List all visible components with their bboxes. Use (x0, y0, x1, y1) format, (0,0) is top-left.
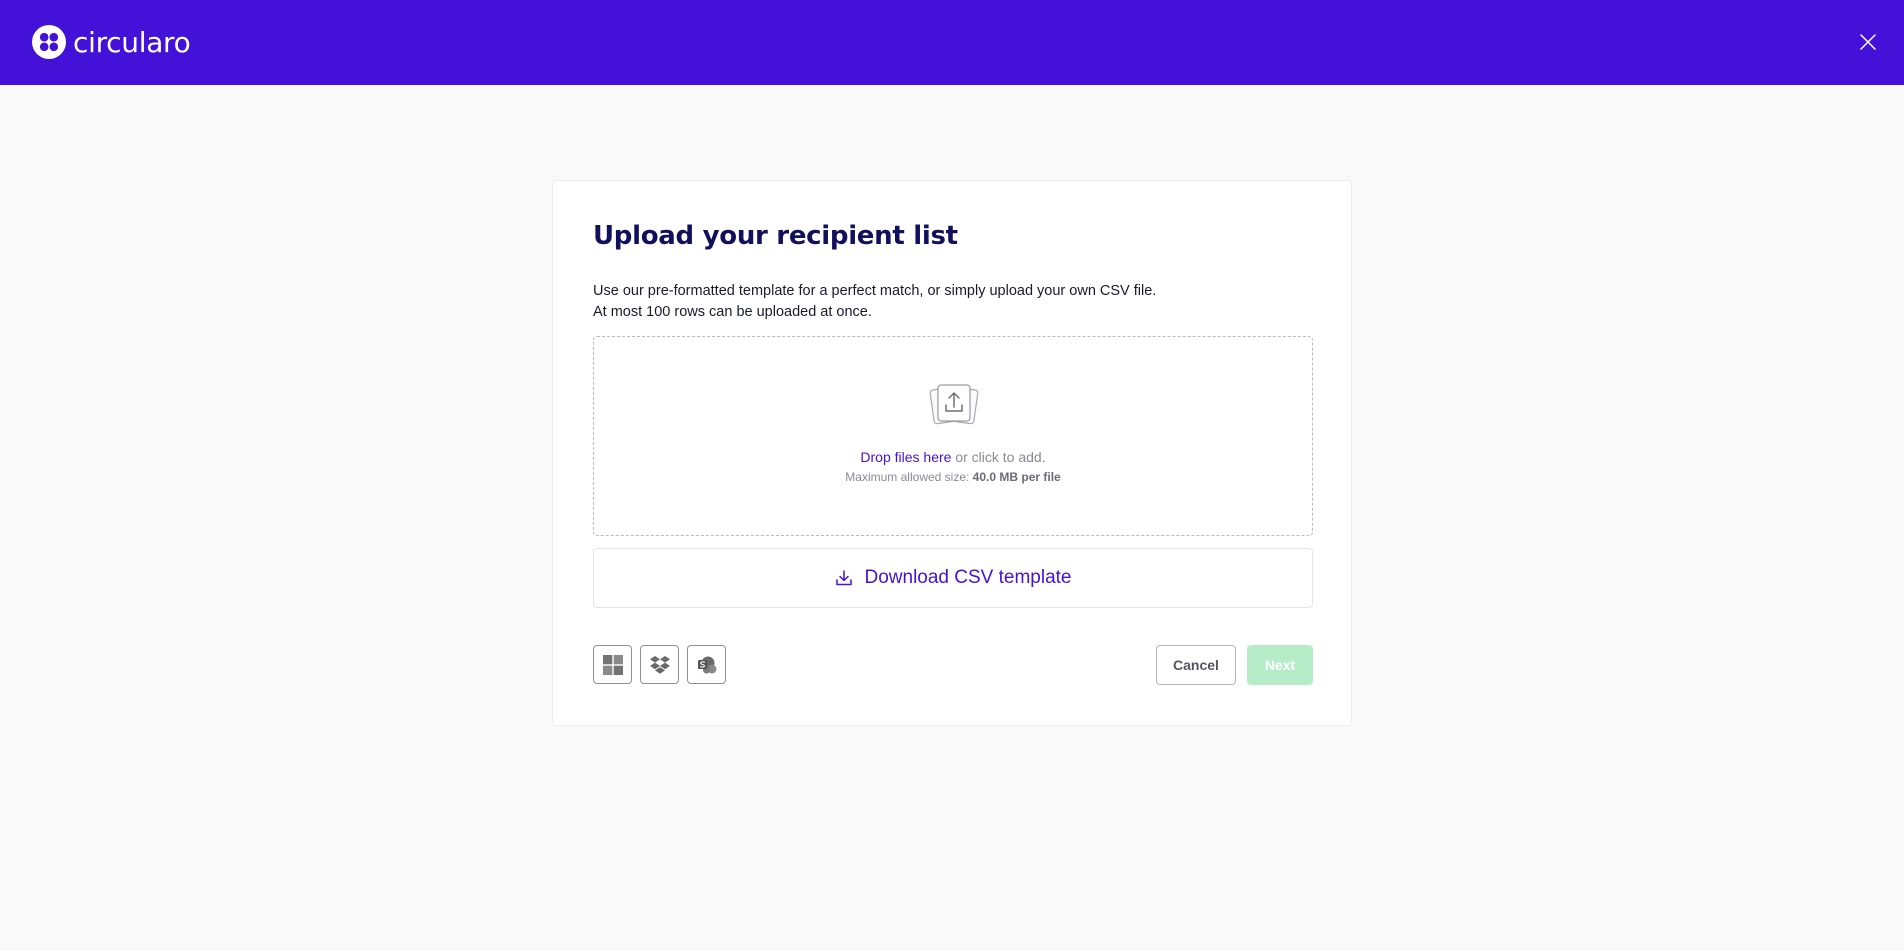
max-size-info: Maximum allowed size: 40.0 MB per file (594, 470, 1312, 484)
dropbox-source-button[interactable] (640, 645, 679, 684)
next-button[interactable]: Next (1247, 645, 1313, 685)
max-size-label: Maximum allowed size: (845, 470, 973, 484)
cancel-button[interactable]: Cancel (1156, 645, 1236, 685)
sharepoint-icon (697, 656, 716, 673)
dropzone-text: Drop files here or click to add. (594, 449, 1312, 465)
download-icon (835, 570, 852, 586)
upload-files-icon (929, 384, 979, 425)
drop-files-link[interactable]: Drop files here (860, 449, 951, 465)
microsoft-icon (602, 654, 623, 675)
download-csv-template-label: Download CSV template (864, 567, 1072, 588)
dropbox-icon (649, 655, 670, 674)
circularo-logo-icon (32, 25, 66, 59)
file-dropzone[interactable]: Drop files here or click to add. Maximum… (593, 336, 1313, 536)
max-size-value: 40.0 MB per file (972, 470, 1061, 484)
download-csv-template-button[interactable]: Download CSV template (593, 548, 1313, 608)
page-title: Upload your recipient list (593, 221, 958, 251)
logo-text: circularo (73, 25, 191, 59)
close-button[interactable] (1856, 30, 1880, 54)
description-line-1: Use our pre-formatted template for a per… (593, 283, 1157, 299)
top-bar: circularo (0, 0, 1904, 85)
description: Use our pre-formatted template for a per… (593, 281, 1313, 323)
close-icon (1860, 34, 1876, 50)
circularo-logo[interactable]: circularo (32, 25, 191, 59)
microsoft-source-button[interactable] (593, 645, 632, 684)
dropzone-click-text: or click to add. (951, 449, 1046, 465)
upload-recipient-list-card: Upload your recipient list Use our pre-f… (552, 180, 1352, 726)
sharepoint-source-button[interactable] (687, 645, 726, 684)
description-line-2: At most 100 rows can be uploaded at once… (593, 304, 872, 320)
